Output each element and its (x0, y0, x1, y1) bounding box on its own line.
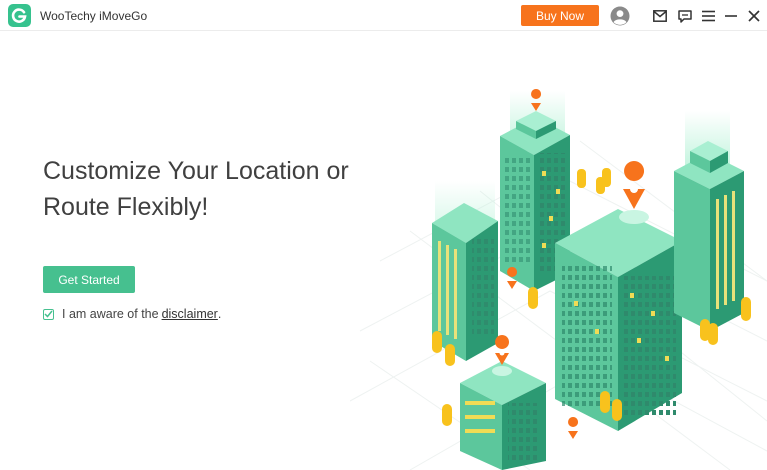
headline-line-2: Route Flexibly! (43, 193, 209, 221)
agree-checkbox[interactable] (43, 308, 54, 320)
building-right (674, 141, 744, 331)
app-logo-icon (8, 4, 31, 27)
city-illustration (350, 89, 767, 470)
building-main (555, 209, 682, 431)
agree-label: I am aware of the (62, 307, 159, 321)
disclaimer-agreement: I am aware of the disclaimer . (43, 307, 221, 321)
menu-icon[interactable] (698, 6, 718, 26)
headline-line-1: Customize Your Location or (43, 157, 349, 185)
feedback-icon[interactable] (675, 6, 695, 26)
user-avatar-icon[interactable] (609, 5, 631, 27)
check-icon (44, 310, 53, 318)
title-bar: WooTechy iMoveGo Buy Now (0, 0, 767, 31)
minimize-icon[interactable] (721, 6, 741, 26)
headline: Customize Your Location or Route Flexibl… (43, 153, 383, 225)
get-started-button[interactable]: Get Started (43, 266, 135, 293)
building-bottom (460, 361, 546, 470)
agree-period: . (217, 307, 222, 321)
main-content: Customize Your Location or Route Flexibl… (0, 31, 767, 470)
buy-now-button[interactable]: Buy Now (521, 5, 599, 26)
mail-icon[interactable] (650, 6, 670, 26)
app-title: WooTechy iMoveGo (40, 9, 148, 23)
disclaimer-link[interactable]: disclaimer (162, 307, 218, 321)
close-icon[interactable] (744, 6, 764, 26)
